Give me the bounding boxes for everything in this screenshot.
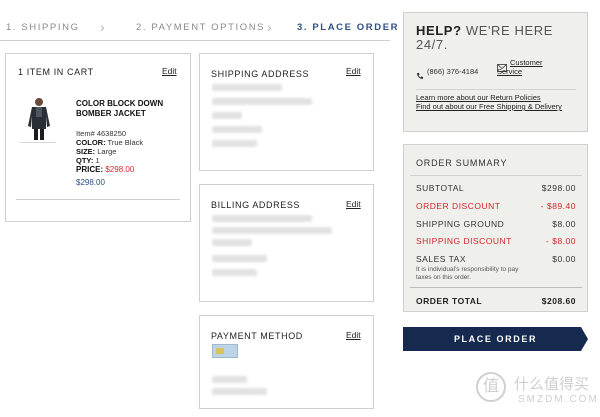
summary-divider xyxy=(410,175,582,176)
cart-panel: 1 ITEM IN CART Edit COLOR BLOCK DOWN BOM… xyxy=(5,53,191,222)
summary-total-divider xyxy=(410,287,582,288)
payment-edit-link[interactable]: Edit xyxy=(346,330,361,340)
billing-address-panel: BILLING ADDRESS Edit xyxy=(199,184,374,302)
redacted-text xyxy=(212,388,267,395)
help-title: HELP? WE'RE HERE xyxy=(416,23,554,38)
watermark-text: 什么值得买 xyxy=(514,375,590,393)
redacted-text xyxy=(212,269,257,276)
summary-row-shipping-discount: SHIPPING DISCOUNT - $8.00 xyxy=(416,236,576,246)
shipping-address-title: SHIPPING ADDRESS xyxy=(211,69,310,79)
product-image[interactable] xyxy=(24,96,54,142)
steps-divider xyxy=(0,40,390,41)
phone-icon xyxy=(416,67,424,79)
card-icon xyxy=(212,344,238,358)
help-divider xyxy=(416,89,576,90)
item-color: COLOR: True Black xyxy=(76,138,144,147)
summary-row-order-total: ORDER TOTAL $208.60 xyxy=(416,296,576,306)
place-order-button[interactable]: PLACE ORDER xyxy=(403,327,588,351)
return-policies-link[interactable]: Learn more about our Return Policies xyxy=(416,93,541,102)
redacted-text xyxy=(212,239,252,246)
watermark: 值 什么值得买 SMZDM.COM xyxy=(470,368,600,414)
item-price: PRICE: $298.00 xyxy=(76,165,135,174)
billing-address-title: BILLING ADDRESS xyxy=(211,200,301,210)
tax-note: It is individual's responsibility to pay… xyxy=(416,266,519,281)
item-total: $298.00 xyxy=(76,178,105,187)
customer-service-link[interactable]: Customer Service xyxy=(497,58,557,76)
summary-row-subtotal: SUBTOTAL $298.00 xyxy=(416,183,576,193)
summary-row-shipping-ground: SHIPPING GROUND $8.00 xyxy=(416,219,576,229)
billing-edit-link[interactable]: Edit xyxy=(346,199,361,209)
redacted-text xyxy=(212,376,247,383)
redacted-text xyxy=(212,255,267,262)
help-panel: HELP? WE'RE HERE 24/7. (866) 376-4184 Cu… xyxy=(403,12,588,132)
cart-edit-link[interactable]: Edit xyxy=(162,66,177,76)
redacted-text xyxy=(212,98,312,105)
jacket-thumbnail xyxy=(28,98,50,140)
redacted-text xyxy=(212,112,242,119)
redacted-text xyxy=(212,126,262,133)
place-order-label: PLACE ORDER xyxy=(453,334,538,344)
step-shipping[interactable]: 1. SHIPPING xyxy=(6,22,80,33)
redacted-text xyxy=(212,84,282,91)
chevron-right-icon: › xyxy=(100,19,105,35)
watermark-badge: 值 xyxy=(476,372,506,402)
image-divider xyxy=(20,142,56,143)
summary-row-order-discount: ORDER DISCOUNT - $89.40 xyxy=(416,201,576,211)
step-place-order: 3. PLACE ORDER xyxy=(297,22,400,33)
step-payment-options[interactable]: 2. PAYMENT OPTIONS xyxy=(136,22,265,33)
item-number: Item# 4638250 xyxy=(76,129,127,138)
shipping-edit-link[interactable]: Edit xyxy=(346,66,361,76)
payment-method-title: PAYMENT METHOD xyxy=(211,331,303,341)
item-qty: QTY: 1 xyxy=(76,156,100,165)
payment-method-panel: PAYMENT METHOD Edit xyxy=(199,315,374,409)
product-name[interactable]: COLOR BLOCK DOWN BOMBER JACKET xyxy=(76,99,166,119)
watermark-subtext: SMZDM.COM xyxy=(518,394,599,405)
help-phone[interactable]: (866) 376-4184 xyxy=(427,67,478,76)
cart-bottom-divider xyxy=(16,199,180,200)
help-title-line2: 24/7. xyxy=(416,37,448,52)
free-shipping-link[interactable]: Find out about our Free Shipping & Deliv… xyxy=(416,102,576,111)
shipping-address-panel: SHIPPING ADDRESS Edit xyxy=(199,53,374,171)
redacted-text xyxy=(212,215,312,222)
redacted-text xyxy=(212,227,332,234)
cart-title: 1 ITEM IN CART xyxy=(18,67,94,77)
item-size: SIZE: Large xyxy=(76,147,117,156)
chevron-right-icon: › xyxy=(267,19,272,35)
redacted-text xyxy=(212,140,257,147)
order-summary-panel: ORDER SUMMARY SUBTOTAL $298.00 ORDER DISC… xyxy=(403,144,588,312)
order-summary-title: ORDER SUMMARY xyxy=(416,158,508,168)
summary-row-sales-tax: SALES TAX $0.00 xyxy=(416,254,576,264)
